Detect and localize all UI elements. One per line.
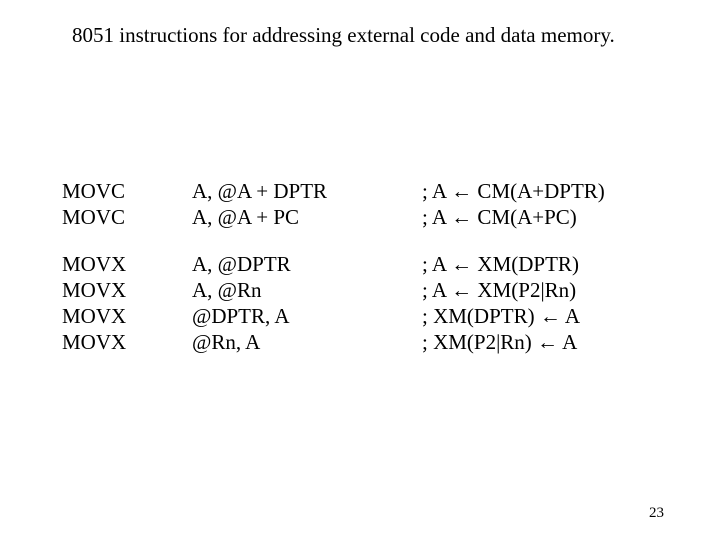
comment-cell: ; A ← CM(A+DPTR): [422, 178, 662, 204]
operands-cell: A, @Rn: [192, 277, 422, 303]
slide-title: 8051 instructions for addressing externa…: [72, 22, 632, 48]
instruction-row: MOVX @Rn, A ; XM(P2|Rn) ← A: [62, 329, 662, 355]
operands-cell: A, @A + PC: [192, 204, 422, 230]
mnemonic-cell: MOVX: [62, 303, 192, 329]
page-number: 23: [649, 505, 664, 522]
operands-cell: @DPTR, A: [192, 303, 422, 329]
comment-cell: ; XM(P2|Rn) ← A: [422, 329, 662, 355]
mnemonic-cell: MOVX: [62, 329, 192, 355]
mnemonic-cell: MOVC: [62, 178, 192, 204]
instruction-group: MOVX A, @DPTR ; A ← XM(DPTR) MOVX A, @Rn…: [62, 251, 662, 356]
instruction-row: MOVX A, @DPTR ; A ← XM(DPTR): [62, 251, 662, 277]
operands-cell: @Rn, A: [192, 329, 422, 355]
comment-cell: ; XM(DPTR) ← A: [422, 303, 662, 329]
instruction-row: MOVX @DPTR, A ; XM(DPTR) ← A: [62, 303, 662, 329]
comment-cell: ; A ← XM(P2|Rn): [422, 277, 662, 303]
instruction-row: MOVC A, @A + PC ; A ← CM(A+PC): [62, 204, 662, 230]
comment-cell: ; A ← XM(DPTR): [422, 251, 662, 277]
instruction-row: MOVC A, @A + DPTR ; A ← CM(A+DPTR): [62, 178, 662, 204]
operands-cell: A, @DPTR: [192, 251, 422, 277]
instruction-row: MOVX A, @Rn ; A ← XM(P2|Rn): [62, 277, 662, 303]
instruction-table: MOVC A, @A + DPTR ; A ← CM(A+DPTR) MOVC …: [62, 178, 662, 376]
mnemonic-cell: MOVX: [62, 251, 192, 277]
comment-cell: ; A ← CM(A+PC): [422, 204, 662, 230]
instruction-group: MOVC A, @A + DPTR ; A ← CM(A+DPTR) MOVC …: [62, 178, 662, 231]
mnemonic-cell: MOVX: [62, 277, 192, 303]
operands-cell: A, @A + DPTR: [192, 178, 422, 204]
mnemonic-cell: MOVC: [62, 204, 192, 230]
